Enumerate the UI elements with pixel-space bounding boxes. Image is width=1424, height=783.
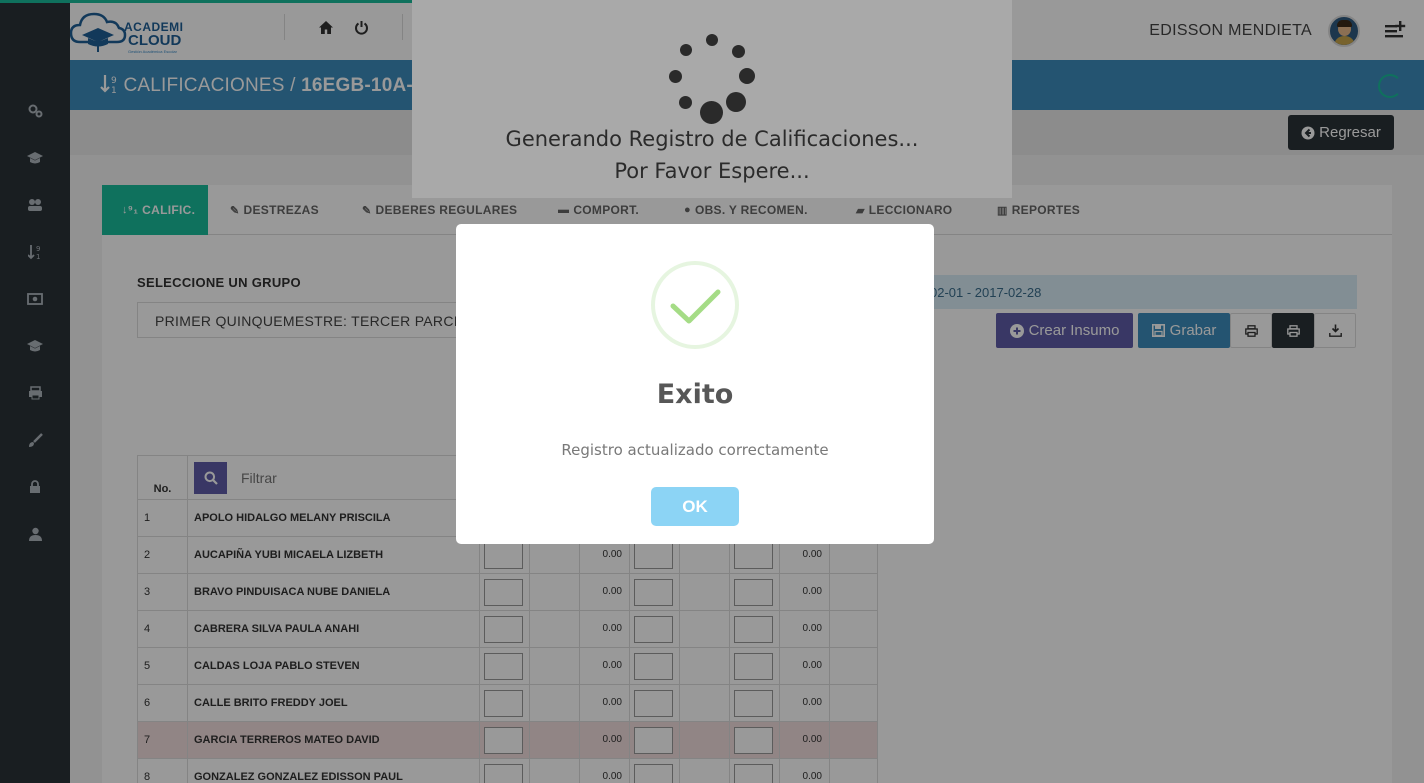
spinner-dot [726, 92, 746, 112]
loading-panel: Generando Registro de Calificaciones... … [412, 0, 1012, 198]
spinner-dot [739, 68, 755, 84]
spinner-dot [669, 70, 682, 83]
ok-button[interactable]: OK [651, 487, 739, 526]
success-dialog: Exito Registro actualizado correctamente… [456, 224, 934, 544]
dialog-title: Exito [656, 379, 734, 410]
spinner-dot [679, 96, 692, 109]
success-check-icon [651, 261, 739, 349]
spinner-dot [680, 44, 692, 56]
spinner-dot [706, 34, 718, 46]
spinner-dot [732, 45, 745, 58]
dialog-message: Registro actualizado correctamente [561, 441, 829, 459]
spinner-dot [700, 101, 723, 124]
loading-wait-message: Por Favor Espere... [614, 159, 810, 183]
loading-message: Generando Registro de Calificaciones... [505, 127, 919, 151]
